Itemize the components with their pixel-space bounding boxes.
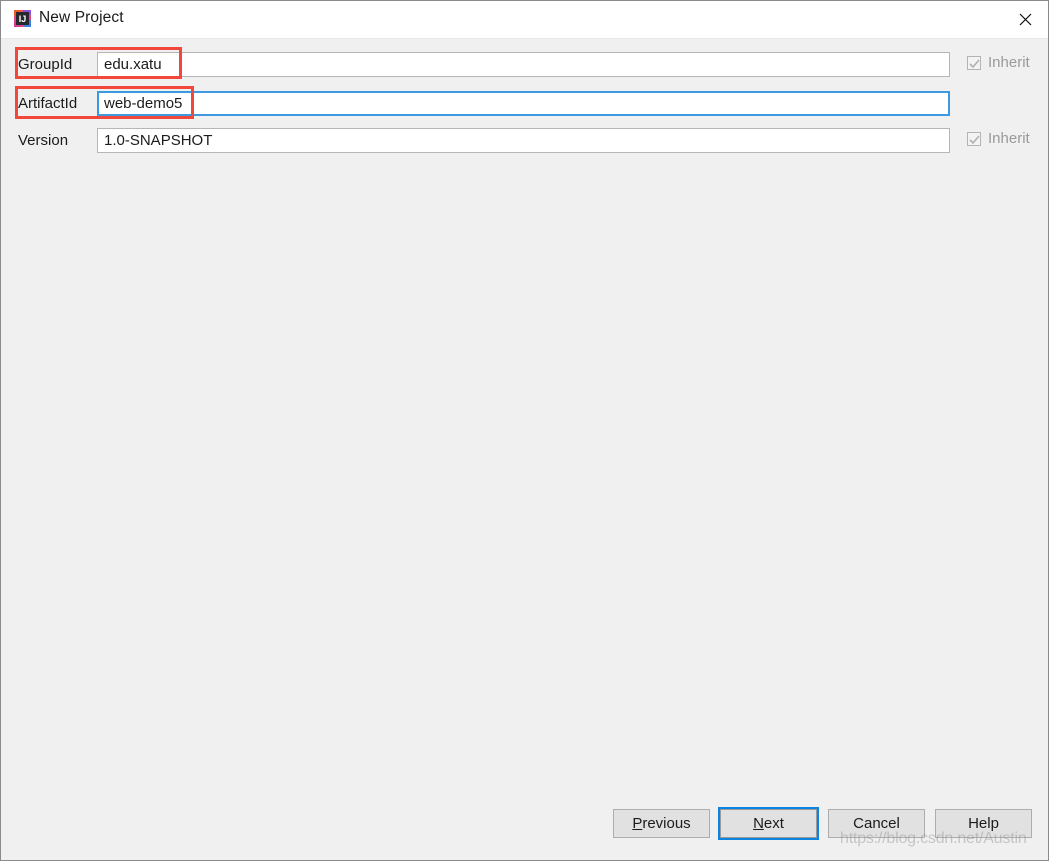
version-input[interactable] (97, 128, 950, 153)
cancel-button-label: Cancel (853, 815, 900, 832)
previous-button[interactable]: Previous (613, 809, 710, 838)
next-button-mnemonic: N (753, 815, 764, 832)
previous-button-mnemonic: P (632, 815, 643, 832)
help-button[interactable]: Help (935, 809, 1032, 838)
form-area: GroupId Inherit ArtifactId Version (1, 39, 1048, 799)
cancel-button[interactable]: Cancel (828, 809, 925, 838)
groupid-inherit-label: Inherit (988, 54, 1030, 71)
title-bar: IJ New Project (1, 1, 1048, 39)
close-icon (1019, 13, 1032, 26)
new-project-dialog: IJ New Project GroupId edu.xatu Inherit … (0, 0, 1049, 861)
form-row-version: Version Inherit (1, 128, 1048, 153)
groupid-inherit-checkbox[interactable] (967, 55, 981, 70)
svg-text:IJ: IJ (19, 14, 27, 24)
artifactid-input[interactable] (97, 91, 950, 116)
form-row-groupid: GroupId Inherit (1, 52, 1048, 77)
groupid-label: GroupId (18, 56, 73, 73)
artifactid-label: ArtifactId (18, 95, 78, 112)
dialog-button-bar: Previous Next Cancel Help (1, 798, 1048, 860)
version-inherit-group[interactable]: Inherit (967, 130, 1030, 147)
close-button[interactable] (1002, 1, 1048, 37)
next-button[interactable]: Next (718, 807, 819, 840)
previous-button-suffix: revious (642, 815, 691, 832)
groupid-input[interactable] (97, 52, 950, 77)
form-row-artifactid: ArtifactId (1, 91, 1048, 116)
intellij-idea-icon: IJ (14, 10, 31, 27)
version-inherit-label: Inherit (988, 130, 1030, 147)
groupid-inherit-group[interactable]: Inherit (967, 54, 1030, 71)
window-title: New Project (39, 9, 124, 26)
help-button-label: Help (968, 815, 999, 832)
version-inherit-checkbox[interactable] (967, 131, 981, 146)
version-label: Version (18, 132, 69, 149)
next-button-suffix: ext (763, 815, 784, 832)
